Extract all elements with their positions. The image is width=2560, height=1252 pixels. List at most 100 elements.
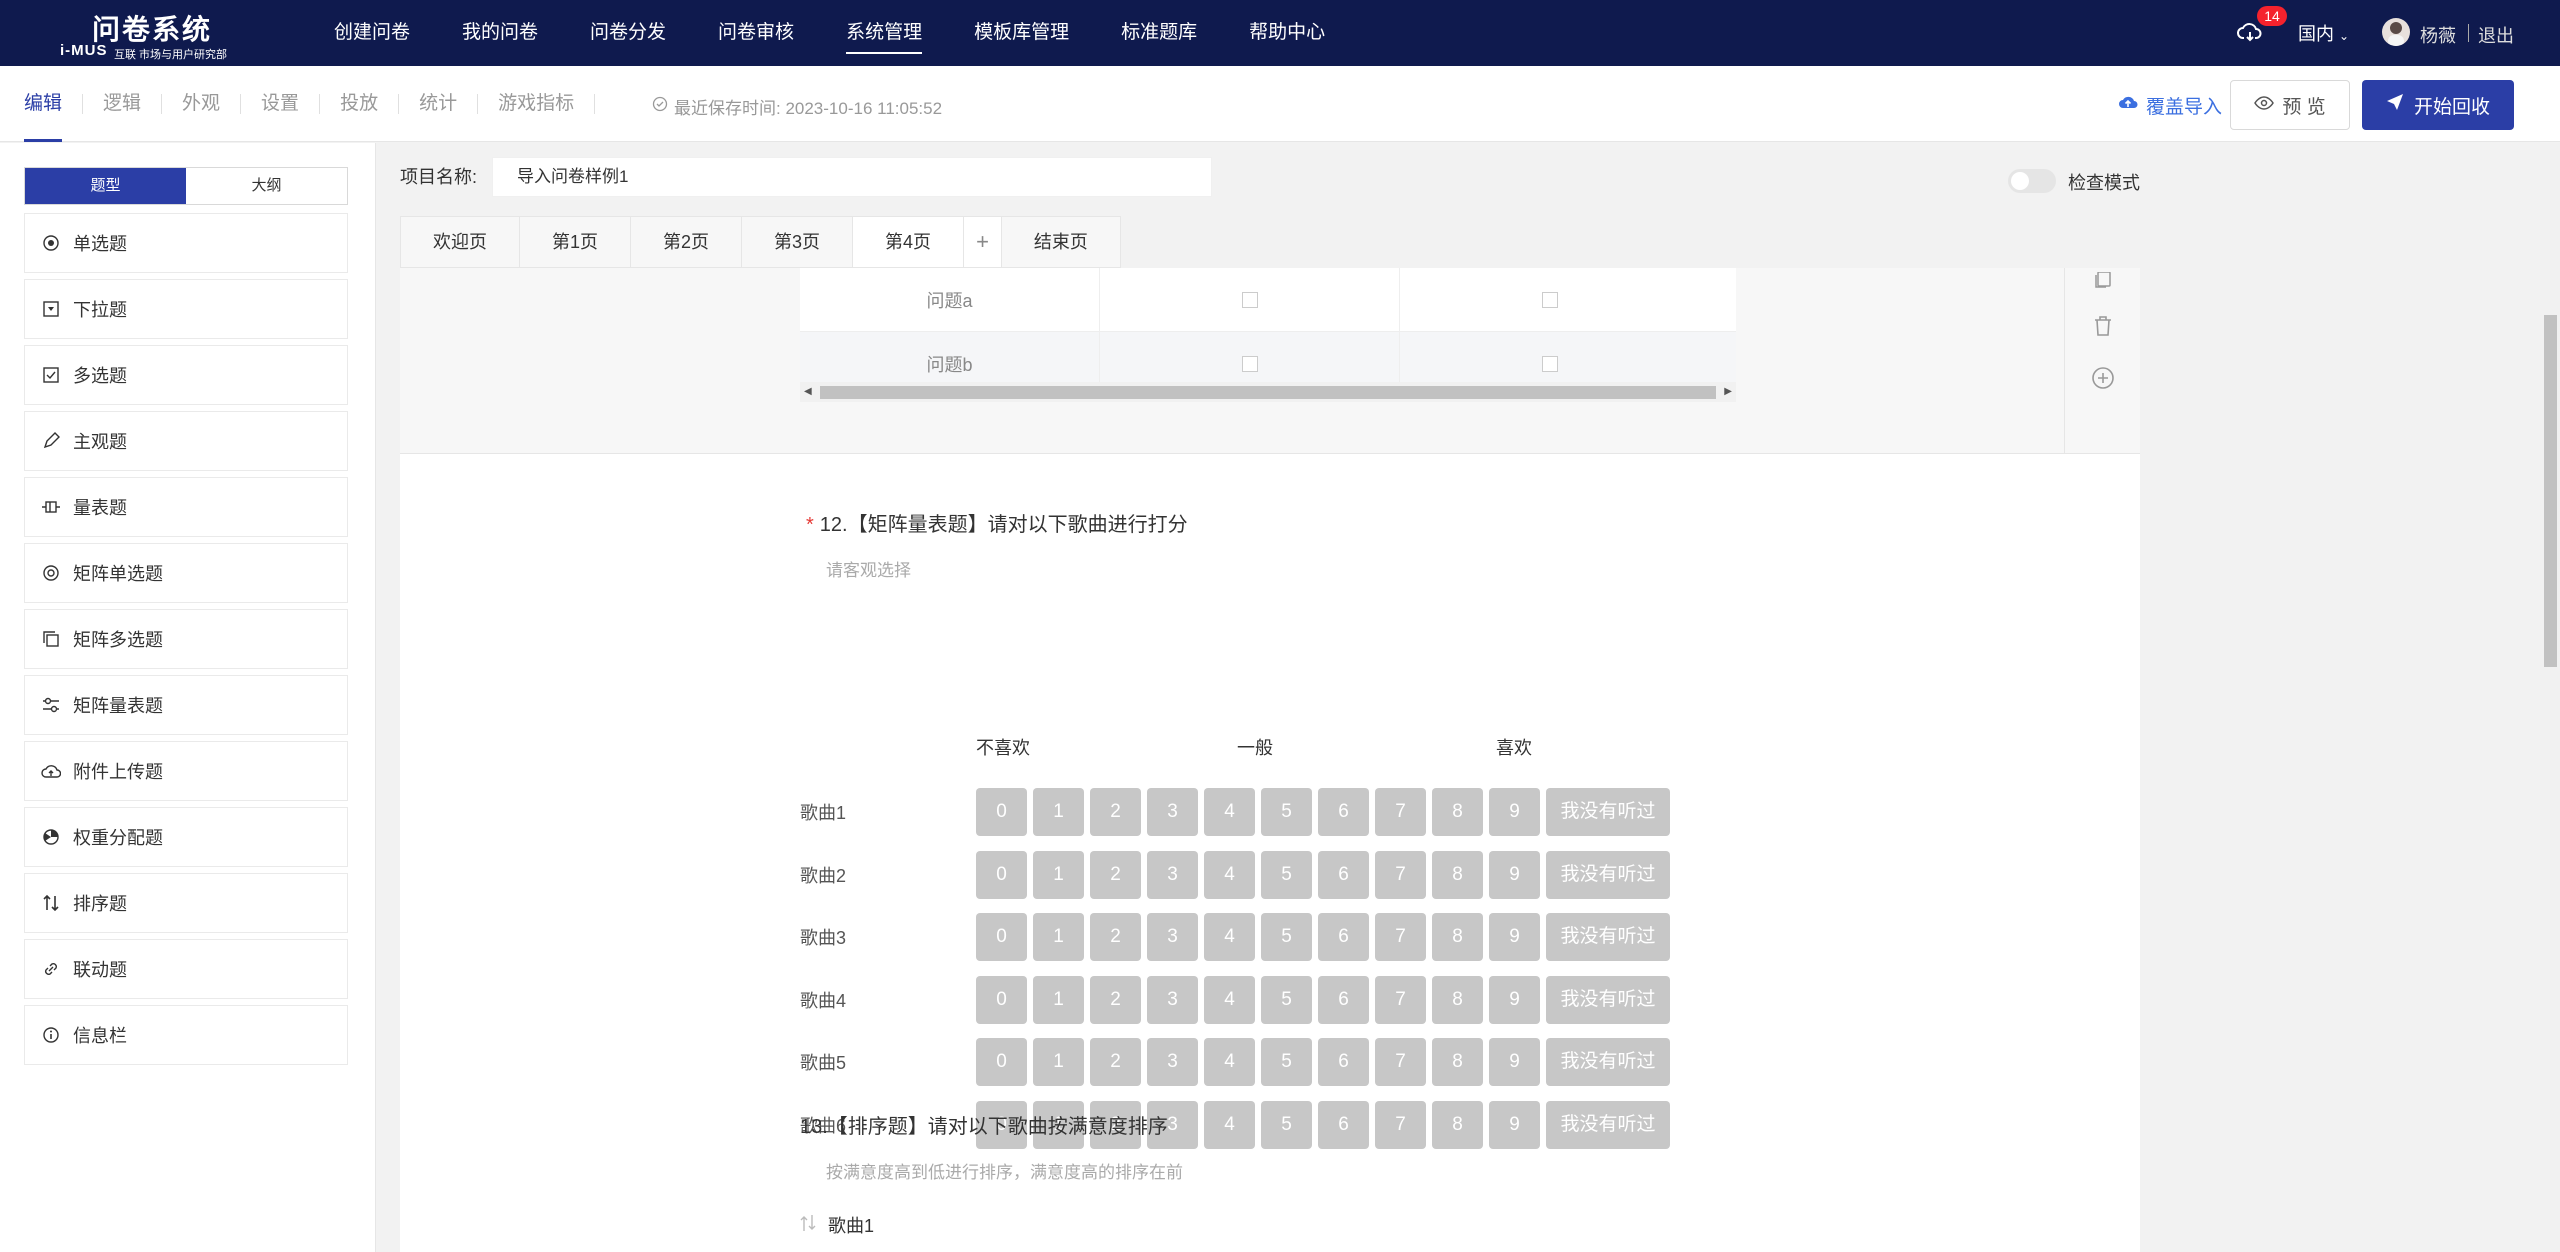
score-option[interactable]: 7 [1375, 913, 1426, 961]
question-type-item[interactable]: 量表题 [24, 477, 348, 537]
not-heard-option[interactable]: 我没有听过 [1546, 850, 1670, 899]
preview-button[interactable]: 预 览 [2230, 80, 2350, 130]
region-select[interactable]: 国内 ⌄ [2298, 20, 2349, 46]
question-type-item[interactable]: 多选题 [24, 345, 348, 405]
horizontal-scrollbar[interactable]: ◀ ▶ [800, 382, 1736, 402]
score-option[interactable]: 2 [1090, 1038, 1141, 1086]
logo[interactable]: 问卷系统 i-MUS 互联 市场与用户研究部 [60, 6, 260, 61]
score-option[interactable]: 0 [976, 975, 1027, 1024]
cloud-download-icon[interactable] [2237, 20, 2263, 46]
score-option[interactable]: 9 [1489, 788, 1540, 836]
question-type-item[interactable]: 下拉题 [24, 279, 348, 339]
score-option[interactable]: 8 [1432, 913, 1483, 961]
score-option[interactable]: 4 [1204, 788, 1255, 836]
score-option[interactable]: 0 [976, 1038, 1027, 1086]
editor-tab-4[interactable]: 投放 [340, 66, 378, 142]
score-option[interactable]: 4 [1204, 913, 1255, 961]
editor-tab-5[interactable]: 统计 [419, 66, 457, 142]
vertical-scrollbar[interactable] [2540, 143, 2560, 1252]
score-option[interactable]: 2 [1090, 913, 1141, 961]
trash-icon[interactable] [2091, 314, 2115, 338]
nav-item-3[interactable]: 问卷审核 [718, 0, 794, 66]
score-option[interactable]: 6 [1318, 1038, 1369, 1086]
score-option[interactable]: 9 [1489, 1038, 1540, 1086]
avatar[interactable] [2382, 18, 2410, 46]
nav-item-4[interactable]: 系统管理 [846, 0, 923, 66]
score-option[interactable]: 7 [1375, 1038, 1426, 1086]
score-option[interactable]: 2 [1090, 850, 1141, 899]
checkbox[interactable] [1542, 355, 1558, 372]
score-option[interactable]: 5 [1261, 850, 1312, 899]
sort-item[interactable]: 歌曲1 [800, 1212, 874, 1238]
add-page-button[interactable]: + [964, 217, 1002, 267]
score-option[interactable]: 8 [1432, 1100, 1483, 1149]
score-option[interactable]: 2 [1090, 788, 1141, 836]
editor-tab-1[interactable]: 逻辑 [103, 66, 141, 142]
project-name-input[interactable]: 导入问卷样例1 [492, 157, 1212, 197]
checkbox[interactable] [1241, 355, 1258, 372]
score-option[interactable]: 9 [1489, 1100, 1540, 1149]
not-heard-option[interactable]: 我没有听过 [1546, 788, 1670, 836]
question-type-item[interactable]: 权重分配题 [24, 807, 348, 867]
score-option[interactable]: 7 [1375, 975, 1426, 1024]
question-12-title[interactable]: * 12.【矩阵量表题】请对以下歌曲进行打分 [806, 508, 1188, 537]
score-option[interactable]: 6 [1318, 1100, 1369, 1149]
page-tab-2[interactable]: 第2页 [631, 217, 743, 267]
copy-icon[interactable] [2091, 268, 2115, 292]
not-heard-option[interactable]: 我没有听过 [1546, 975, 1670, 1024]
add-circle-icon[interactable] [2091, 366, 2115, 390]
score-option[interactable]: 5 [1261, 1038, 1312, 1086]
nav-item-1[interactable]: 我的问卷 [462, 0, 538, 66]
score-option[interactable]: 4 [1204, 1038, 1255, 1086]
question-13-hint[interactable]: 按满意度高到低进行排序，满意度高的排序在前 [826, 1158, 1183, 1183]
username[interactable]: 杨薇 [2420, 22, 2456, 48]
question-type-item[interactable]: 联动题 [24, 939, 348, 999]
score-option[interactable]: 3 [1147, 788, 1198, 836]
page-tab-0[interactable]: 欢迎页 [401, 217, 520, 267]
logout-link[interactable]: 退出 [2478, 22, 2514, 48]
score-option[interactable]: 1 [1033, 913, 1084, 961]
score-option[interactable]: 9 [1489, 913, 1540, 961]
scrollbar-thumb[interactable] [820, 386, 1716, 399]
score-option[interactable]: 1 [1033, 788, 1084, 836]
question-type-item[interactable]: 信息栏 [24, 1005, 348, 1065]
score-option[interactable]: 3 [1147, 975, 1198, 1024]
question-type-item[interactable]: 单选题 [24, 213, 348, 273]
question-13-title[interactable]: 13.【排序题】请对以下歌曲按满意度排序 [800, 1110, 1168, 1139]
editor-tab-6[interactable]: 游戏指标 [498, 66, 574, 142]
editor-tab-2[interactable]: 外观 [182, 66, 220, 142]
page-tab-4[interactable]: 第4页 [853, 217, 965, 267]
start-collection-button[interactable]: 开始回收 [2362, 80, 2514, 130]
score-option[interactable]: 1 [1033, 975, 1084, 1024]
score-option[interactable]: 1 [1033, 850, 1084, 899]
score-option[interactable]: 1 [1033, 1038, 1084, 1086]
score-option[interactable]: 3 [1147, 850, 1198, 899]
checkbox[interactable] [1241, 291, 1258, 308]
not-heard-option[interactable]: 我没有听过 [1546, 913, 1670, 961]
question-type-item[interactable]: 排序题 [24, 873, 348, 933]
segment-outline[interactable]: 大纲 [186, 168, 347, 204]
score-option[interactable]: 4 [1204, 1100, 1255, 1149]
score-option[interactable]: 5 [1261, 1100, 1312, 1149]
score-option[interactable]: 6 [1318, 913, 1369, 961]
sort-handle-icon[interactable] [800, 1214, 816, 1237]
score-option[interactable]: 0 [976, 850, 1027, 899]
nav-item-2[interactable]: 问卷分发 [590, 0, 666, 66]
score-option[interactable]: 0 [976, 913, 1027, 961]
score-option[interactable]: 8 [1432, 1038, 1483, 1086]
overwrite-import-button[interactable]: 覆盖导入 [2118, 92, 2222, 119]
score-option[interactable]: 2 [1090, 975, 1141, 1024]
nav-item-6[interactable]: 标准题库 [1121, 0, 1197, 66]
score-option[interactable]: 0 [976, 788, 1027, 836]
score-option[interactable]: 7 [1375, 850, 1426, 899]
score-option[interactable]: 9 [1489, 975, 1540, 1024]
score-option[interactable]: 5 [1261, 913, 1312, 961]
score-option[interactable]: 8 [1432, 788, 1483, 836]
score-option[interactable]: 7 [1375, 788, 1426, 836]
score-option[interactable]: 3 [1147, 913, 1198, 961]
score-option[interactable]: 4 [1204, 975, 1255, 1024]
score-option[interactable]: 6 [1318, 788, 1369, 836]
score-option[interactable]: 4 [1204, 850, 1255, 899]
page-tab-1[interactable]: 第1页 [520, 217, 632, 267]
scroll-right-icon[interactable]: ▶ [1724, 386, 1732, 397]
